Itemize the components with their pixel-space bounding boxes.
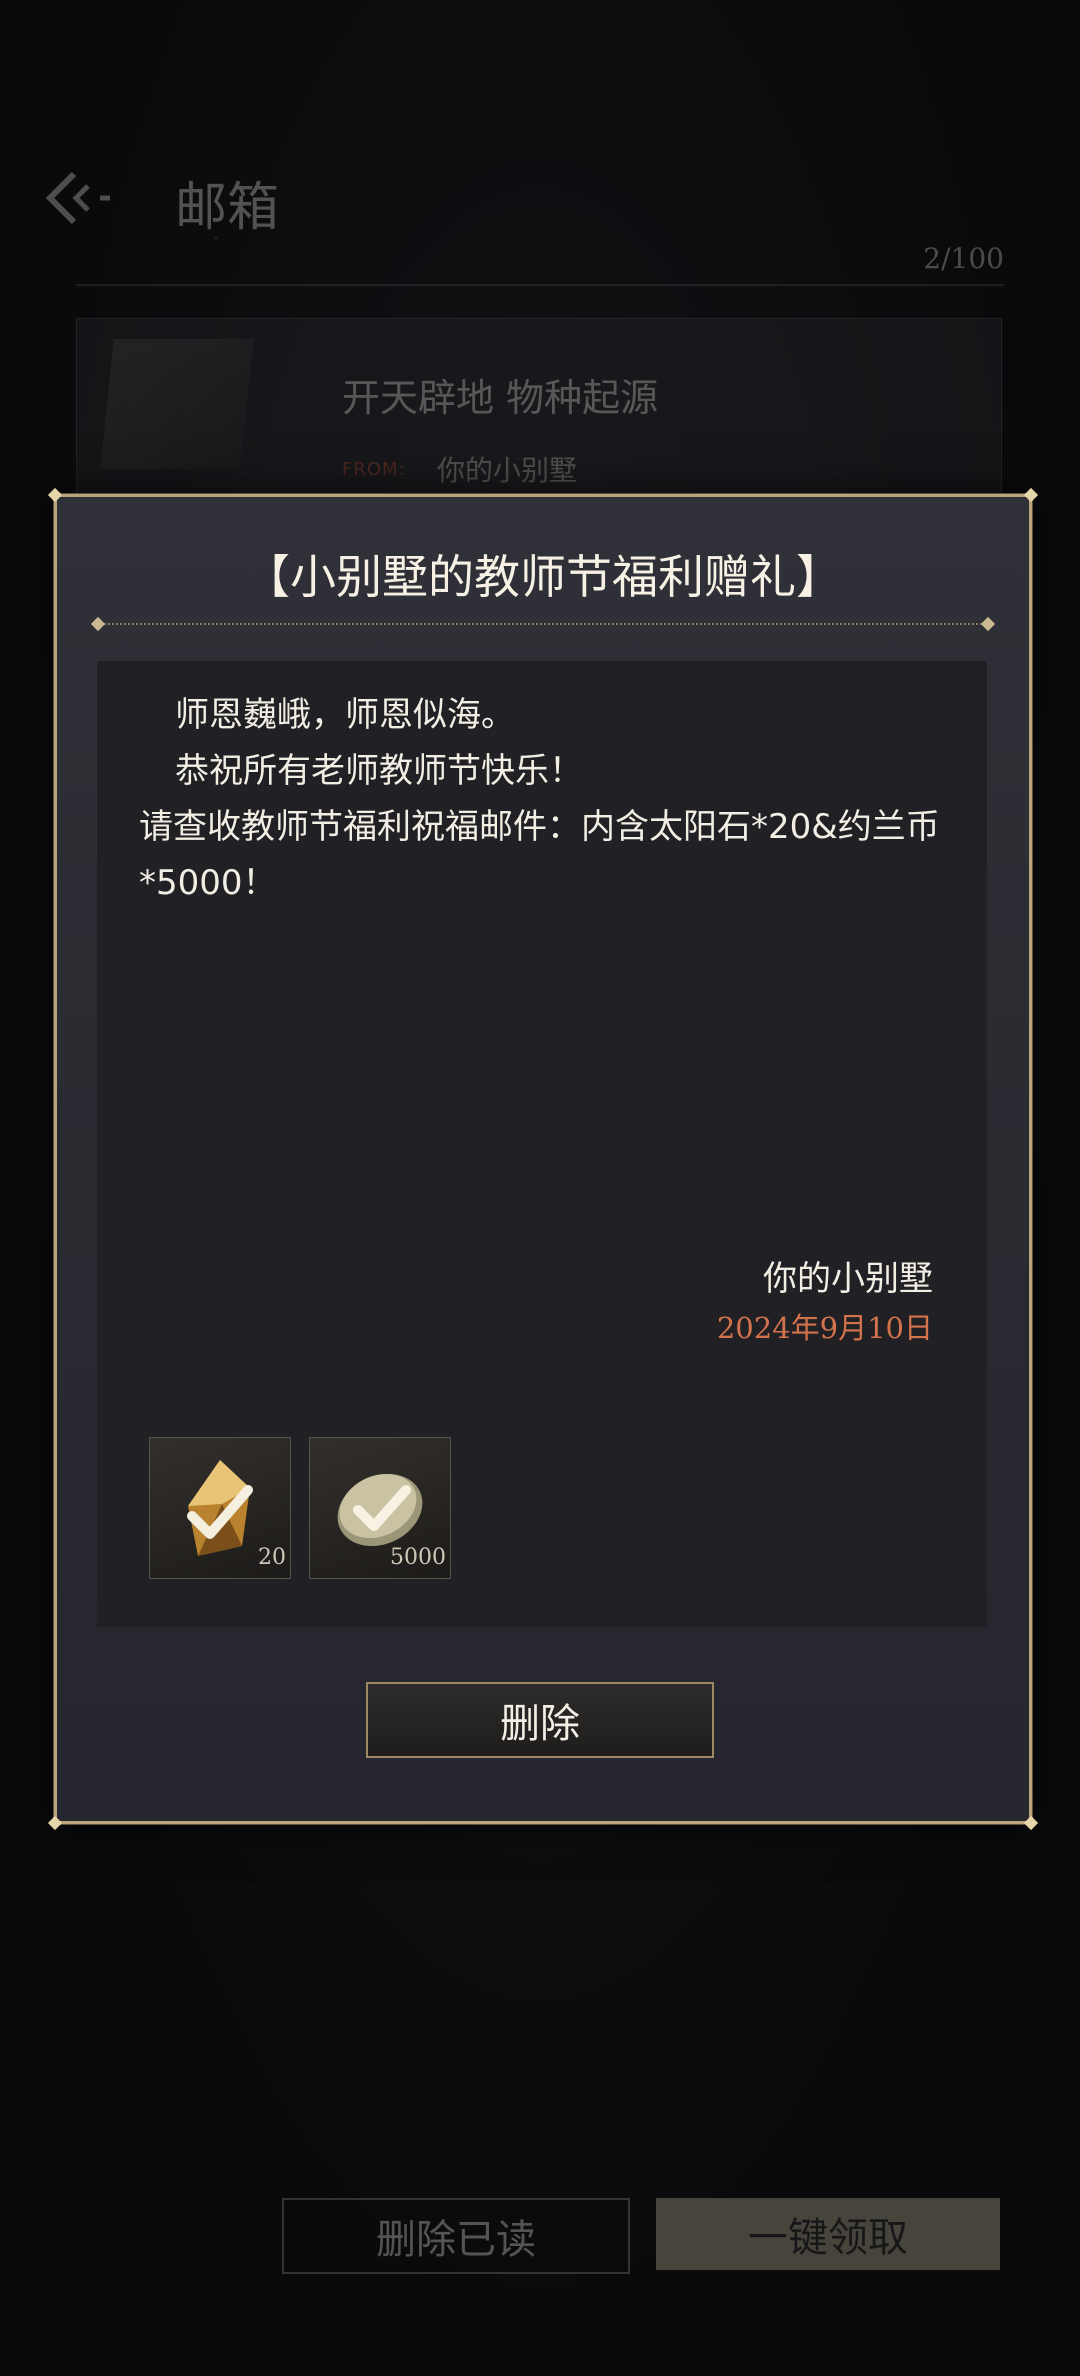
mail-count: 2/100	[923, 242, 1004, 275]
page-title: 邮箱	[175, 178, 280, 238]
reward-count: 20	[258, 1545, 286, 1570]
reward-item[interactable]: 5000	[309, 1437, 451, 1579]
from-label: FROM:	[342, 459, 406, 480]
mail-detail-dialog: 【小别墅的教师节福利赠礼】 师恩巍峨，师恩似海。 恭祝所有老师教师节快乐！ 请查…	[47, 487, 1039, 1831]
mail-body: 师恩巍峨，师恩似海。 恭祝所有老师教师节快乐！ 请查收教师节福利祝福邮件：内含太…	[139, 687, 969, 911]
mail-list-item[interactable]: 开天辟地 物种起源 FROM: 你的小别墅	[76, 318, 1002, 495]
mail-date: 2024年9月10日	[716, 1311, 933, 1345]
reward-count: 5000	[390, 1545, 446, 1570]
mail-subject: 开天辟地 物种起源	[342, 376, 659, 420]
claim-all-button[interactable]: 一键领取	[656, 2198, 1000, 2270]
delete-read-button[interactable]: 删除已读	[282, 2198, 630, 2274]
body-line: 恭祝所有老师教师节快乐！	[175, 751, 583, 791]
divider-ornament	[90, 616, 106, 632]
mail-content-panel: 师恩巍峨，师恩似海。 恭祝所有老师教师节快乐！ 请查收教师节福利祝福邮件：内含太…	[97, 661, 987, 1627]
delete-button[interactable]: 删除	[366, 1682, 714, 1758]
envelope-icon	[100, 339, 254, 469]
dialog-title: 【小别墅的教师节福利赠礼】	[244, 550, 842, 604]
back-arrow-icon[interactable]	[44, 168, 114, 228]
reward-item[interactable]: 20	[149, 1437, 291, 1579]
signature: 你的小别墅	[763, 1259, 933, 1299]
divider-ornament	[980, 616, 996, 632]
mail-sender: 你的小别墅	[437, 454, 578, 487]
divider	[76, 284, 1004, 286]
body-line: 师恩巍峨，师恩似海。	[175, 695, 515, 735]
title-divider	[90, 616, 996, 632]
body-line: 请查收教师节福利祝福邮件：内含太阳石*20&约兰币*5000！	[139, 807, 940, 903]
